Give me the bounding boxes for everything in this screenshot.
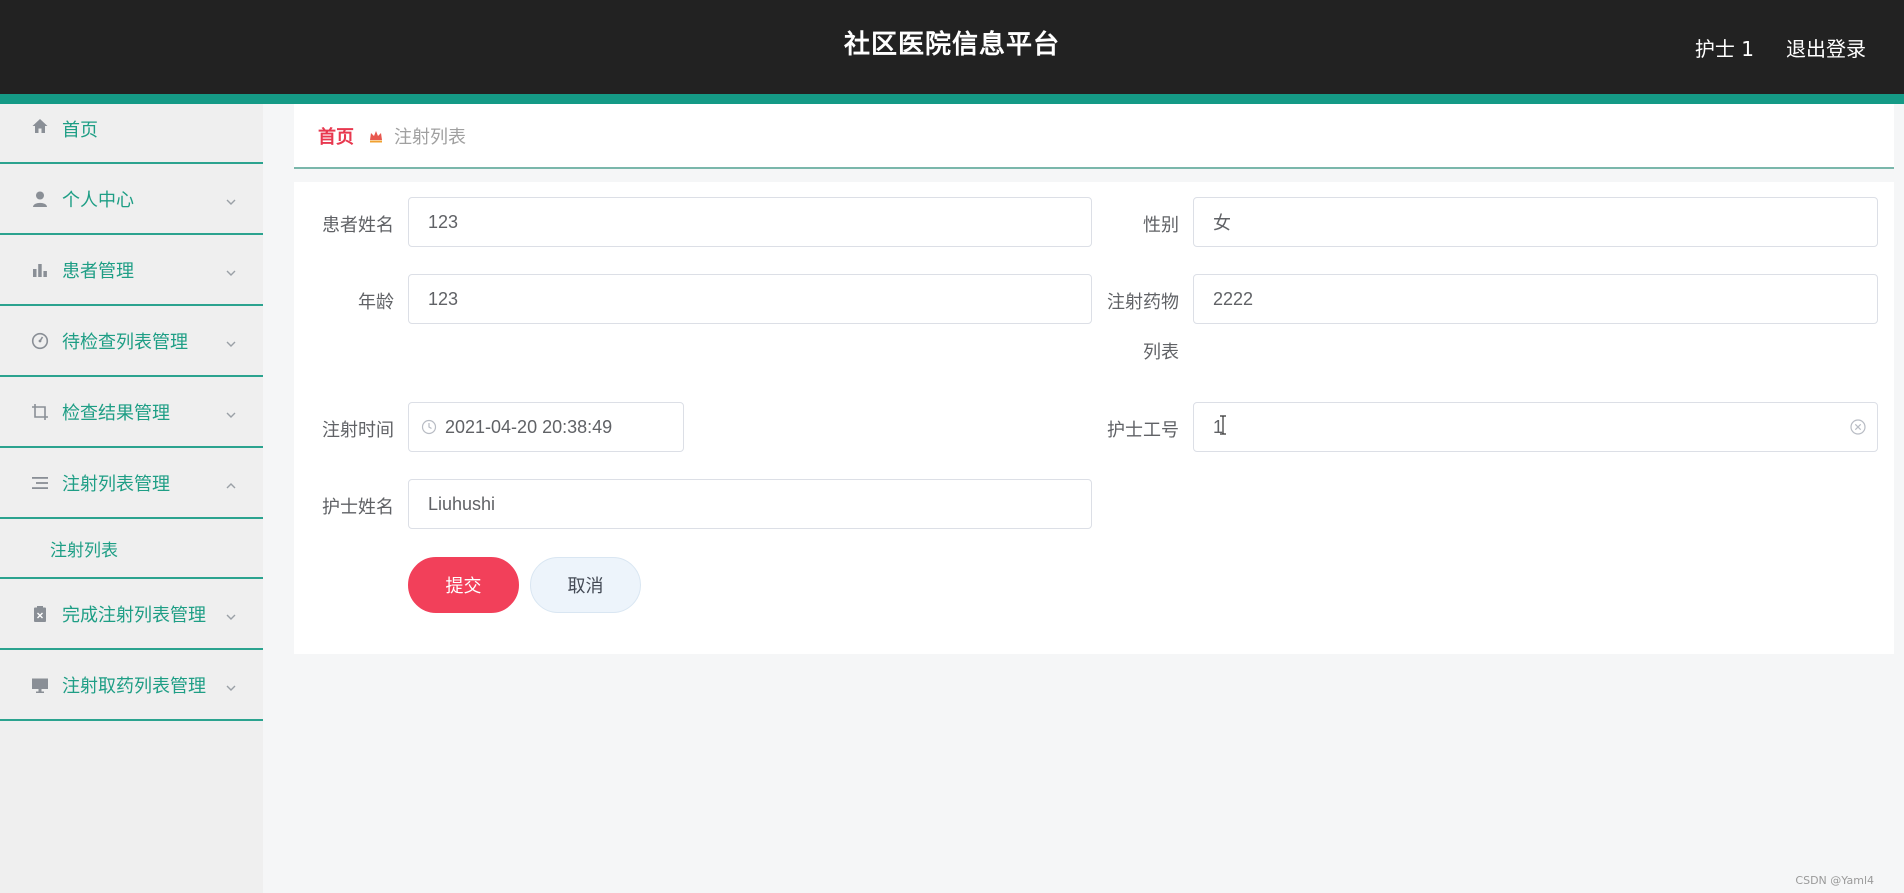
nurse-name-value: Liuhushi <box>428 493 496 514</box>
patient-name-field[interactable]: 123 <box>408 197 1092 247</box>
list-icon <box>30 473 50 493</box>
logout-link[interactable]: 退出登录 <box>1786 33 1866 62</box>
sidebar-item-injection-pickup-management[interactable]: 注射取药列表管理 <box>0 650 263 721</box>
breadcrumb-home-link[interactable]: 首页 <box>318 123 354 149</box>
nurse-id-field[interactable]: 1 <box>1193 402 1878 452</box>
chevron-down-icon <box>225 192 237 205</box>
sidebar-item-label: 患者管理 <box>62 260 134 282</box>
chevron-up-icon <box>225 476 237 488</box>
clear-icon[interactable] <box>1849 418 1867 436</box>
sidebar-item-home[interactable]: 首页 <box>0 104 263 164</box>
sidebar-item-personal-center[interactable]: 个人中心 <box>0 164 263 235</box>
crown-icon <box>368 128 384 144</box>
gender-value: 女 <box>1213 213 1231 233</box>
header-accent-bar <box>0 94 1904 104</box>
injection-time-picker[interactable]: 2021-04-20 20:38:49 <box>408 402 684 452</box>
injection-time-value: 2021-04-20 20:38:49 <box>445 416 613 437</box>
sidebar-subitem-injection-list[interactable]: 注射列表 <box>0 519 263 579</box>
current-user-label[interactable]: 护士 1 <box>1695 33 1754 62</box>
sidebar-item-label: 检查结果管理 <box>62 402 170 424</box>
gender-field[interactable]: 女 <box>1193 197 1878 247</box>
drug-list-value: 2222 <box>1213 288 1254 309</box>
sidebar-item-patient-management[interactable]: 患者管理 <box>0 235 263 306</box>
sidebar-item-label: 注射列表管理 <box>62 473 170 495</box>
gauge-icon <box>30 331 50 351</box>
app-title: 社区医院信息平台 <box>843 30 1060 60</box>
sidebar-item-label: 个人中心 <box>62 189 134 211</box>
chevron-down-icon <box>225 263 237 276</box>
injection-form: 患者姓名 123 性别 女 年龄 123 注射药物 列表 2222 注射时间 2… <box>294 182 1894 654</box>
chevron-down-icon <box>225 607 237 620</box>
clock-icon <box>421 419 437 435</box>
text-cursor-icon <box>1218 415 1228 435</box>
sidebar-item-label: 完成注射列表管理 <box>62 604 206 626</box>
home-icon <box>30 116 50 136</box>
top-header: 社区医院信息平台 护士 1 退出登录 <box>0 0 1904 94</box>
bar-chart-icon <box>30 260 50 280</box>
breadcrumb-current: 注射列表 <box>394 126 466 148</box>
clipboard-icon <box>30 604 50 624</box>
chevron-down-icon <box>225 405 237 418</box>
sidebar-item-label: 注射取药列表管理 <box>62 675 206 697</box>
sidebar-item-completed-injection-management[interactable]: 完成注射列表管理 <box>0 579 263 650</box>
nurse-name-label: 护士姓名 <box>322 497 394 518</box>
patient-name-label: 患者姓名 <box>322 215 394 236</box>
age-value: 123 <box>428 288 459 309</box>
watermark: CSDN @Yaml4 <box>1795 874 1874 887</box>
sidebar-item-pending-exam-management[interactable]: 待检查列表管理 <box>0 306 263 377</box>
crop-icon <box>30 402 50 422</box>
cancel-button[interactable]: 取消 <box>530 557 641 613</box>
header-user-area: 护士 1 退出登录 <box>1695 0 1866 94</box>
age-field[interactable]: 123 <box>408 274 1092 324</box>
submit-button[interactable]: 提交 <box>408 557 519 613</box>
breadcrumb: 首页 注射列表 <box>294 104 1894 169</box>
drug-list-field[interactable]: 2222 <box>1193 274 1878 324</box>
sidebar-item-exam-result-management[interactable]: 检查结果管理 <box>0 377 263 448</box>
chevron-down-icon <box>225 334 237 347</box>
nurse-name-field[interactable]: Liuhushi <box>408 479 1092 529</box>
chevron-down-icon <box>225 678 237 691</box>
drug-list-label-cont: 列表 <box>1143 342 1179 363</box>
sidebar-item-label: 待检查列表管理 <box>62 331 188 353</box>
nurse-id-label: 护士工号 <box>1107 420 1179 441</box>
user-icon <box>30 189 50 209</box>
injection-time-label: 注射时间 <box>322 420 394 441</box>
sidebar-item-label: 首页 <box>62 120 98 141</box>
age-label: 年龄 <box>358 292 394 313</box>
monitor-icon <box>30 675 50 695</box>
drug-list-label: 注射药物 <box>1107 292 1179 313</box>
gender-label: 性别 <box>1143 215 1179 236</box>
patient-name-value: 123 <box>428 211 459 232</box>
sidebar-item-injection-list-management[interactable]: 注射列表管理 <box>0 448 263 519</box>
sidebar: 首页 个人中心 患者管理 待检查列表管理 检查结果管理 注射列表管理 注射列表 … <box>0 104 263 893</box>
